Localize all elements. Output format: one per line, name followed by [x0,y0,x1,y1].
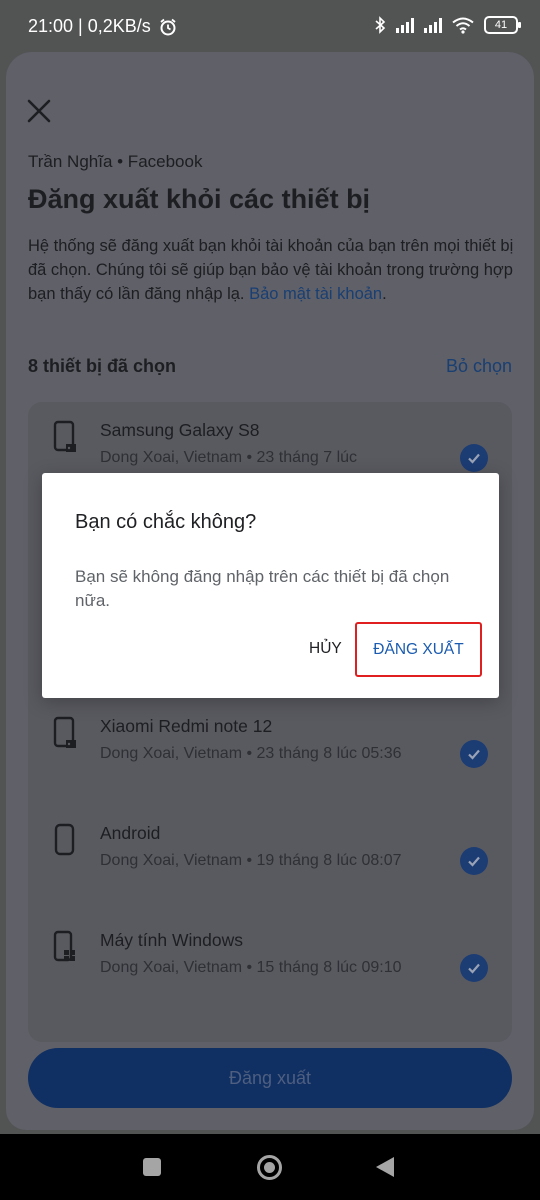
checkbox-checked-icon[interactable] [460,847,488,875]
page-title: Đăng xuất khỏi các thiết bị [28,184,371,214]
account-line: Trần Nghĩa • Facebook [28,152,203,171]
selected-count: 8 thiết bị đã chọn [28,356,177,376]
windows-icon [53,930,75,962]
battery-level: 41 [494,19,508,31]
battery-icon: 41 [484,16,521,34]
device-name: Android [100,823,161,843]
status-right: 41 [374,16,521,34]
checkbox-checked-icon[interactable] [460,740,488,768]
confirm-logout-button[interactable]: ĐĂNG XUẤT [355,622,482,677]
recents-icon[interactable] [143,1158,161,1176]
home-icon[interactable] [257,1155,282,1180]
device-meta: Dong Xoai, Vietnam • 23 tháng 8 lúc 05:3… [100,745,402,762]
navigation-bar [0,1134,540,1200]
dialog-body: Bạn sẽ không đăng nhập trên các thiết bị… [75,567,450,610]
device-meta: Dong Xoai, Vietnam • 23 tháng 7 lúc [100,449,358,466]
dialog-title: Bạn có chắc không? [75,511,257,533]
cancel-button[interactable]: HỦY [297,631,354,667]
security-link[interactable]: Bảo mật tài khoản [249,285,382,303]
phone-icon [53,716,76,748]
device-name: Xiaomi Redmi note 12 [100,716,273,736]
logout-button[interactable]: Đăng xuất [28,1048,512,1108]
status-left: 21:00 | 0,2KB/s [28,16,177,37]
phone-icon [53,420,76,452]
back-icon[interactable] [376,1157,394,1177]
status-bar: 21:00 | 0,2KB/s 41 [0,0,540,52]
wifi-icon [452,17,474,34]
device-meta: Dong Xoai, Vietnam • 15 tháng 8 lúc 09:1… [100,959,402,976]
deselect-button[interactable]: Bỏ chọn [446,356,512,377]
signal-icon [396,17,414,33]
confirm-dialog: Bạn có chắc không? Bạn sẽ không đăng nhậ… [42,473,499,698]
signal-icon [424,17,442,33]
checkbox-checked-icon[interactable] [460,954,488,982]
status-time-speed: 21:00 | 0,2KB/s [28,16,151,36]
checkbox-checked-icon[interactable] [460,444,488,472]
close-icon[interactable] [24,96,54,126]
device-name: Máy tính Windows [100,930,243,950]
bluetooth-icon [375,16,386,34]
alarm-icon [160,18,176,35]
description: Hệ thống sẽ đăng xuất bạn khỏi tài khoản… [28,234,518,306]
description-end: . [382,285,387,303]
device-name: Samsung Galaxy S8 [100,420,260,440]
device-meta: Dong Xoai, Vietnam • 19 tháng 8 lúc 08:0… [100,852,402,869]
android-phone-icon [54,823,75,856]
